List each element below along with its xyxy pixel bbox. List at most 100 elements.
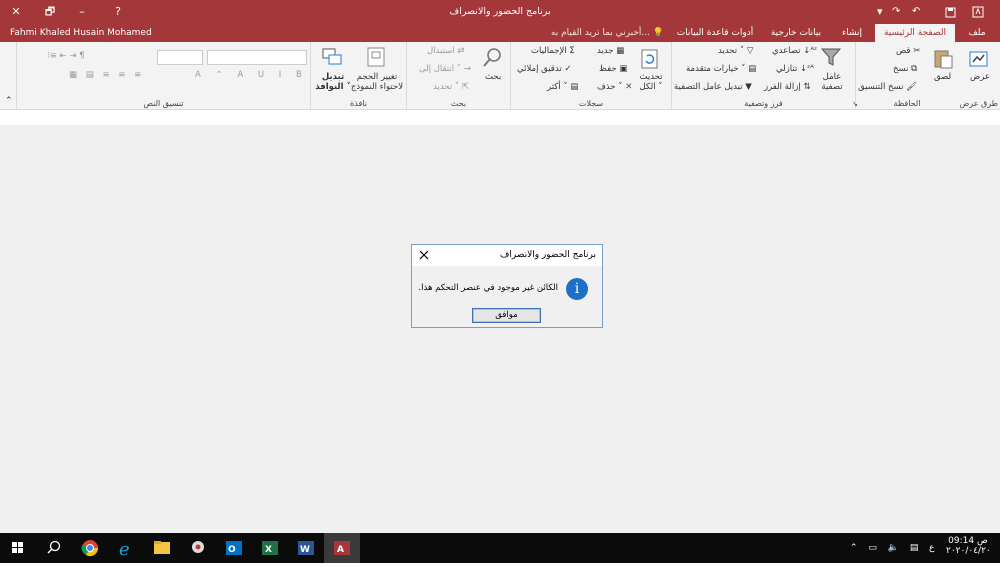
advanced-filter-icon: ▤ xyxy=(748,64,757,74)
ok-button[interactable]: موافق xyxy=(472,308,541,323)
remove-sort-button[interactable]: إزالة الفرز ⇅ xyxy=(764,82,811,92)
clock-time: 09:14 ص xyxy=(948,536,988,546)
advanced-button[interactable]: خيارات متقدمة ˅ ▤ xyxy=(686,64,756,74)
font-name-combobox[interactable] xyxy=(207,50,307,65)
message-dialog: برنامج الحضور والانصراف i الكائن غير موج… xyxy=(411,244,603,328)
more-button[interactable]: أكثر ˅ ▤ xyxy=(547,82,578,92)
filter-button[interactable]: عامل تصفية xyxy=(817,72,847,92)
new-label: جديد xyxy=(597,46,614,56)
copy-button[interactable]: نسخ ⧉ xyxy=(893,64,917,74)
taskbar-access[interactable]: A xyxy=(324,533,360,563)
paste-icon[interactable] xyxy=(932,48,954,70)
tab-create[interactable]: إنشاء xyxy=(834,24,870,42)
view-icon[interactable] xyxy=(968,48,990,70)
taskbar-ie[interactable]: e xyxy=(108,533,144,563)
new-record-button[interactable]: جديد ▦ xyxy=(597,46,624,56)
save-label: حفظ xyxy=(599,64,617,74)
more-icon: ▤ xyxy=(570,82,579,92)
clock[interactable]: 09:14 ص ٢٠٢٠/٠٤/٢٠ xyxy=(946,533,991,563)
select-button[interactable]: تحديد ˅ ⇱ xyxy=(433,82,469,92)
start-button[interactable] xyxy=(0,533,36,563)
dialog-message: الكائن غير موجود في عنصر التحكم هذا. xyxy=(418,283,558,293)
alignment-icons[interactable]: ▦ ▤ ≡ ≡ ≡ xyxy=(69,70,144,80)
save-icon[interactable] xyxy=(945,0,956,24)
paste-button[interactable]: لصق xyxy=(934,72,951,82)
info-icon: i xyxy=(566,278,588,300)
undo-icon[interactable]: ↶ xyxy=(912,0,920,24)
find-icon[interactable] xyxy=(481,47,503,69)
size-to-fit-button[interactable]: تغيير الحجم لاحتواء النموذج xyxy=(349,72,405,92)
list-indent-icons[interactable]: ⁝≡ ⇤ ⇥ ¶ xyxy=(47,51,85,61)
search-icon xyxy=(47,540,61,554)
spelling-button[interactable]: تدقيق إملائي ✓ xyxy=(517,64,572,74)
refresh-all-button[interactable]: تحديث الكل ˅ xyxy=(637,72,665,92)
svg-text:W: W xyxy=(300,545,310,555)
taskbar-chrome[interactable] xyxy=(72,533,108,563)
signed-in-user[interactable]: Fahmi Khaled Husain Mohamed xyxy=(10,24,152,42)
spelling-icon: ✓ xyxy=(564,64,572,74)
sort-descending-button[interactable]: تنازلي ↓ᶻᴬ xyxy=(776,64,814,74)
ribbon-tab-bar: Fahmi Khaled Husain Mohamed ملف الصفحة ا… xyxy=(0,24,1000,42)
collapse-ribbon-icon[interactable]: ⌃ xyxy=(5,96,13,106)
sort-za-icon: ↓ᶻᴬ xyxy=(800,64,814,74)
show-hidden-icons[interactable]: ⌃ xyxy=(850,543,862,553)
more-label: أكثر ˅ xyxy=(547,82,568,92)
goto-label: انتقال إلى ˅ xyxy=(419,64,462,74)
format-painter-button[interactable]: نسخ التنسيق 🖌 xyxy=(858,82,917,92)
svg-text:O: O xyxy=(228,545,236,555)
toggle-filter-button[interactable]: تبديل عامل التصفية ▼ xyxy=(674,82,752,92)
view-button[interactable]: عرض xyxy=(970,72,990,82)
volume-icon[interactable]: 🔈 xyxy=(888,543,903,553)
remove-sort-label: إزالة الفرز xyxy=(764,82,801,92)
filter-icon[interactable] xyxy=(820,46,842,68)
tell-me-box[interactable]: أخبرني بما تريد القيام به... 💡 xyxy=(545,24,670,42)
group-label-clipboard: الحافظة xyxy=(893,99,921,108)
dialog-close-icon[interactable] xyxy=(417,248,431,262)
window-title: برنامج الحضور والانصراف xyxy=(449,6,551,17)
sort-ascending-button[interactable]: تصاعدي ↓ᴬᶻ xyxy=(772,46,817,56)
group-sort-filter: عامل تصفية تصاعدي ↓ᴬᶻ تنازلي ↓ᶻᴬ إزالة ا… xyxy=(671,42,858,110)
refresh-icon[interactable] xyxy=(639,48,661,70)
ribbon: عرض طرق عرض لصق قص ✂ نسخ ⧉ نسخ التنسيق 🖌… xyxy=(0,42,1000,110)
group-text-formatting: ⁝≡ ⇤ ⇥ ¶ ▦ ▤ ≡ ≡ ≡ A ⌃ A U I B تنسيق الن… xyxy=(16,42,310,110)
network-icon[interactable]: ▭ xyxy=(868,543,881,553)
cut-label: قص xyxy=(896,46,911,56)
tab-database-tools[interactable]: أدوات قاعدة البيانات xyxy=(672,24,758,42)
goto-button[interactable]: انتقال إلى ˅ → xyxy=(419,64,471,74)
find-button[interactable]: بحث xyxy=(485,72,501,82)
redo-icon[interactable]: ↷ xyxy=(892,0,900,24)
taskbar-excel[interactable]: X xyxy=(252,533,288,563)
system-tray[interactable]: ⌃ ▭ 🔈 ▤ xyxy=(850,533,922,563)
toggle-filter-label: تبديل عامل التصفية xyxy=(674,82,743,92)
font-style-icons[interactable]: A ⌃ A U I B xyxy=(195,70,308,80)
search-button[interactable] xyxy=(36,533,72,563)
tab-home[interactable]: الصفحة الرئيسية xyxy=(875,24,955,42)
taskbar-word[interactable]: W xyxy=(288,533,324,563)
excel-icon: X xyxy=(262,541,278,555)
input-language[interactable]: ع xyxy=(929,533,934,563)
app-icon xyxy=(192,541,204,553)
save-record-button[interactable]: حفظ ▣ xyxy=(599,64,627,74)
delete-record-button[interactable]: حذف ˅ ✕ xyxy=(597,82,632,92)
size-to-fit-icon[interactable] xyxy=(365,46,387,68)
folder-icon xyxy=(154,541,170,554)
taskbar-outlook[interactable]: O xyxy=(216,533,252,563)
switch-windows-icon[interactable] xyxy=(321,46,343,68)
font-size-combobox[interactable] xyxy=(157,50,203,65)
taskbar-file-explorer[interactable] xyxy=(144,533,180,563)
toggle-filter-icon: ▼ xyxy=(745,82,752,92)
group-clipboard: لصق قص ✂ نسخ ⧉ نسخ التنسيق 🖌 الحافظة xyxy=(855,42,958,110)
cut-button[interactable]: قص ✂ xyxy=(896,46,920,56)
totals-button[interactable]: الإجماليات Σ xyxy=(531,46,575,56)
select-cursor-icon: ⇱ xyxy=(461,82,469,92)
tab-external-data[interactable]: بيانات خارجية xyxy=(762,24,830,42)
access-app-icon[interactable] xyxy=(972,0,984,24)
switch-windows-button[interactable]: تبديل النوافذ ˅ xyxy=(313,72,353,92)
replace-button[interactable]: استبدال ⇄ xyxy=(427,46,464,56)
dialog-launcher-icon[interactable]: ↘ xyxy=(852,100,858,108)
qat-customize-icon[interactable]: ▾ xyxy=(877,0,883,24)
keyboard-icon[interactable]: ▤ xyxy=(910,543,923,553)
selection-button[interactable]: تحديد ˅ ▽ xyxy=(718,46,753,56)
taskbar-app-5[interactable] xyxy=(180,533,216,563)
tab-file[interactable]: ملف xyxy=(959,24,995,42)
